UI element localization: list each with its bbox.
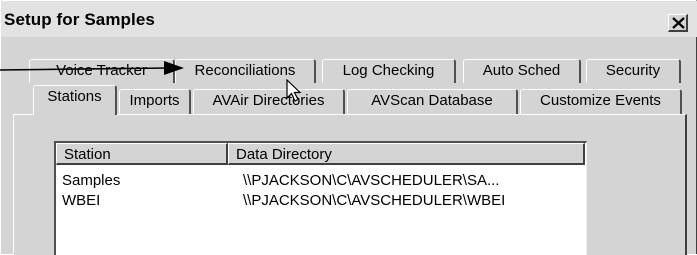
column-header-station[interactable]: Station: [56, 143, 228, 165]
stations-list[interactable]: Station Data Directory Samples \\PJACKSO…: [54, 141, 587, 255]
table-row[interactable]: Samples \\PJACKSON\C\AVSCHEDULER\SA...: [56, 171, 585, 191]
table-row[interactable]: WBEI \\PJACKSON\C\AVSCHEDULER\WBEI: [56, 191, 585, 211]
column-header-data-directory[interactable]: Data Directory: [228, 143, 585, 165]
mouse-pointer-icon: [286, 79, 302, 102]
station-cell: WBEI: [62, 192, 101, 209]
title-bar: Setup for Samples: [1, 1, 697, 37]
setup-dialog: Setup for Samples Voice Tracker Reconcil…: [0, 0, 697, 255]
tab-security[interactable]: Security: [586, 59, 681, 83]
tab-avair-directories[interactable]: AVAir Directories: [193, 89, 345, 114]
tab-imports[interactable]: Imports: [119, 89, 191, 114]
list-header: Station Data Directory: [56, 143, 585, 165]
tab-log-checking[interactable]: Log Checking: [322, 59, 456, 83]
window-title: Setup for Samples: [4, 10, 155, 29]
data-directory-cell: \\PJACKSON\C\AVSCHEDULER\SA...: [243, 172, 500, 189]
station-cell: Samples: [62, 172, 121, 189]
close-button[interactable]: [668, 14, 688, 32]
tab-avscan-database[interactable]: AVScan Database: [347, 89, 518, 114]
tab-stations[interactable]: Stations: [33, 85, 117, 115]
close-icon: [672, 17, 685, 29]
tab-auto-sched[interactable]: Auto Sched: [463, 59, 581, 83]
annotation-arrow-icon: [0, 61, 184, 75]
data-directory-cell: \\PJACKSON\C\AVSCHEDULER\WBEI: [243, 192, 506, 209]
tab-customize-events[interactable]: Customize Events: [520, 89, 682, 114]
